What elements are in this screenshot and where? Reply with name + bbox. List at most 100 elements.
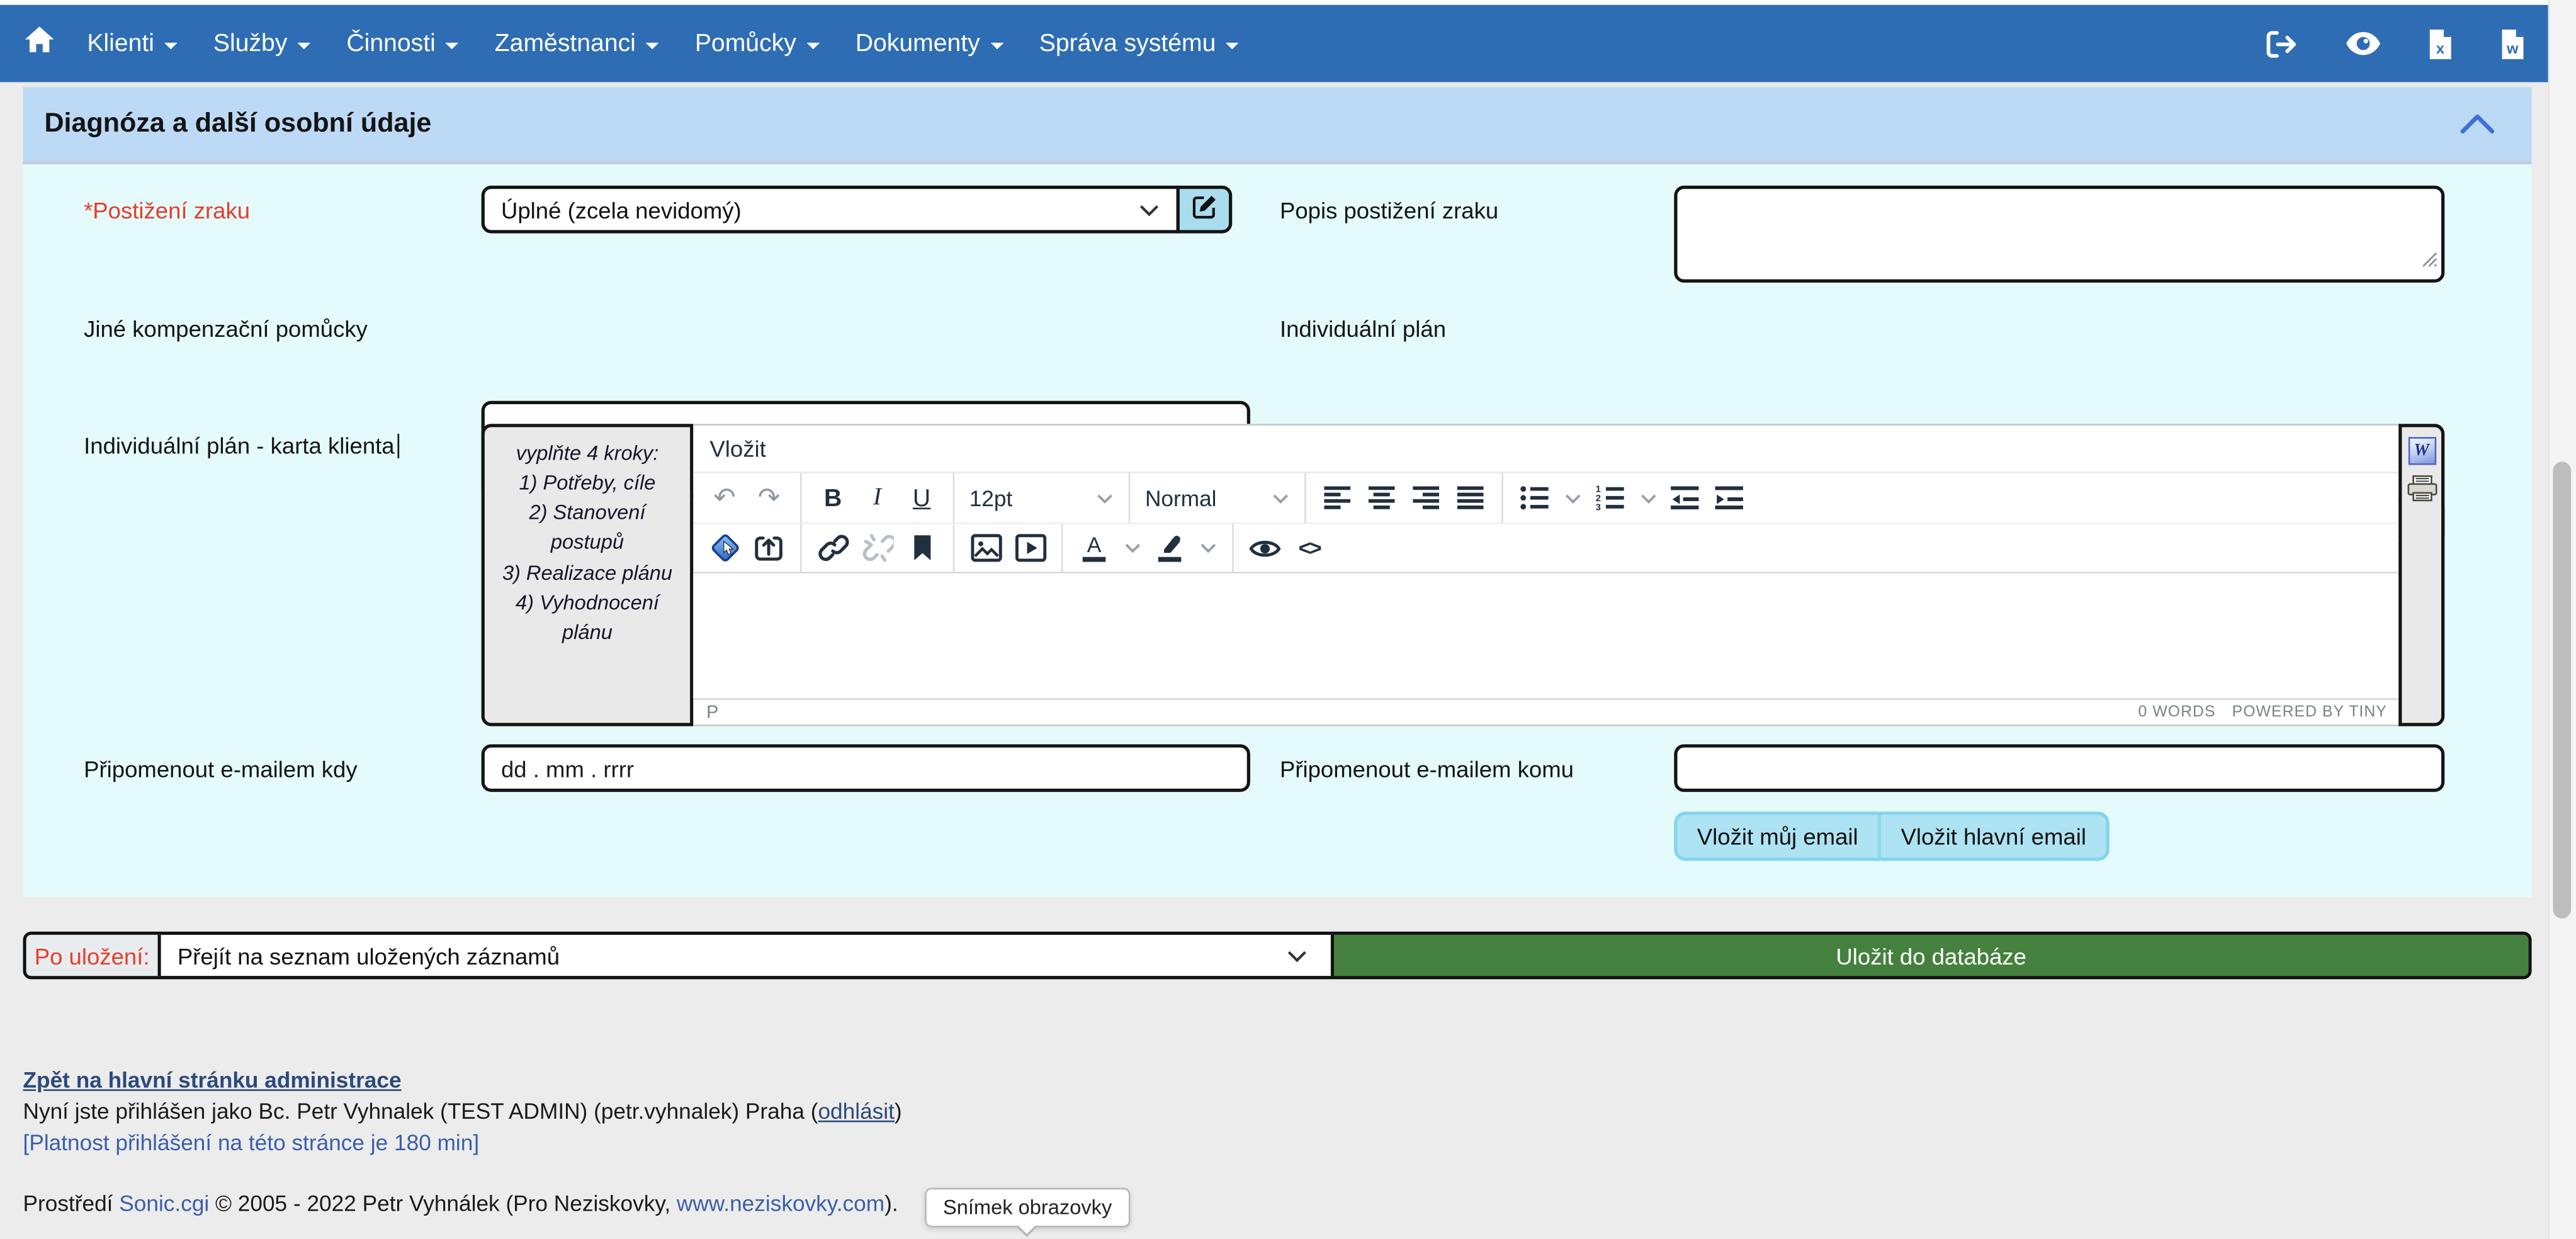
word-document-icon[interactable]: W [2408, 437, 2436, 465]
editor-content-area[interactable] [693, 574, 2398, 698]
preview-icon[interactable] [1248, 530, 1281, 566]
edit-options-button[interactable] [1177, 186, 1233, 234]
pencil-square-icon [1190, 191, 1218, 227]
chevron-down-icon[interactable] [1122, 530, 1141, 566]
save-to-database-button[interactable]: Uložit do databáze [1331, 935, 2528, 976]
chevron-down-icon [1096, 492, 1114, 504]
client-card-hint: vyplňte 4 kroky: 1) Potřeby, cíle 2) Sta… [482, 424, 694, 726]
align-right-icon[interactable] [1409, 480, 1442, 516]
scrollbar-thumb[interactable] [2553, 461, 2571, 918]
chevron-down-icon[interactable] [1197, 530, 1217, 566]
font-size-select[interactable]: 12pt [969, 485, 1114, 510]
nav-item-cinnosti[interactable]: Činnosti [329, 30, 477, 57]
logout-link[interactable]: odhlásit [818, 1099, 894, 1124]
after-save-label: Po uložení: [26, 935, 161, 976]
chevron-down-icon [806, 42, 819, 48]
nav-item-pomucky[interactable]: Pomůcky [677, 30, 837, 57]
nav-item-zamestnanci[interactable]: Zaměstnanci [477, 30, 677, 57]
client-card-label: Individuální plán - karta klienta [84, 432, 399, 458]
underline-icon[interactable]: U [905, 480, 938, 516]
bullet-list-icon[interactable] [1518, 480, 1551, 516]
individual-plan-label: Individuální plán [1280, 315, 1446, 342]
insert-tool-icon[interactable] [708, 530, 741, 566]
outdent-icon[interactable] [1669, 480, 1702, 516]
chevron-down-icon[interactable] [1562, 480, 1582, 516]
eye-icon[interactable] [2344, 30, 2382, 57]
svg-text:x: x [2436, 40, 2444, 56]
align-center-icon[interactable] [1365, 480, 1398, 516]
remind-to-label: Připomenout e-mailem komu [1280, 755, 1574, 782]
export-icon[interactable] [752, 530, 785, 566]
link-icon[interactable] [816, 530, 849, 566]
nav-menu: Klienti Služby Činnosti Zaměstnanci Pomů… [69, 30, 1257, 57]
word-file-icon[interactable]: w [2499, 27, 2526, 60]
text-color-icon[interactable]: A [1078, 530, 1110, 566]
menu-insert[interactable]: Vložit [709, 436, 765, 462]
chevron-down-icon [990, 42, 1003, 48]
insert-my-email-button[interactable]: Vložit můj email [1677, 815, 1881, 857]
format-select[interactable]: Normal [1145, 485, 1290, 510]
numbered-list-icon[interactable]: 123 [1593, 480, 1626, 516]
section-header[interactable]: Diagnóza a další osobní údaje [23, 87, 2532, 164]
neziskovky-link[interactable]: www.neziskovky.com [677, 1191, 884, 1216]
email-buttons-group: Vložit můj email Vložit hlavní email [1674, 812, 2109, 861]
editor-menubar: Vložit [693, 426, 2398, 473]
highlight-color-icon[interactable] [1153, 530, 1186, 566]
home-icon [23, 25, 56, 62]
vision-description-label: Popis postižení zraku [1280, 197, 1498, 223]
text-cursor [398, 434, 400, 458]
nav-item-klienti[interactable]: Klienti [69, 30, 196, 57]
print-icon[interactable] [2406, 475, 2438, 511]
chevron-down-icon [646, 42, 659, 48]
sonic-link[interactable]: Sonic.cgi [119, 1191, 209, 1216]
resize-handle[interactable] [2422, 246, 2438, 276]
italic-icon[interactable]: I [861, 480, 893, 516]
element-path[interactable]: P [706, 703, 718, 722]
chevron-down-icon [1139, 203, 1160, 216]
page: Klienti Služby Činnosti Zaměstnanci Pomů… [0, 0, 2576, 1239]
chevron-down-icon[interactable] [1638, 480, 1658, 516]
home-button[interactable] [23, 25, 56, 62]
chevron-down-icon [1226, 42, 1239, 48]
chevron-down-icon [1286, 949, 1308, 962]
remind-when-label: Připomenout e-mailem kdy [84, 755, 358, 782]
selected-value: Úplné (zcela nevidomý) [501, 196, 742, 223]
nav-item-sprava-systemu[interactable]: Správa systému [1021, 30, 1257, 57]
source-code-icon[interactable]: <> [1293, 530, 1326, 566]
sign-out-icon[interactable] [2262, 27, 2300, 60]
chevron-down-icon [1272, 492, 1290, 504]
date-placeholder: dd . mm . rrrr [501, 755, 634, 781]
nav-item-label: Klienti [87, 30, 154, 57]
nav-item-label: Pomůcky [695, 30, 796, 57]
word-count: 0 WORDS [2138, 703, 2216, 721]
image-icon[interactable] [969, 530, 1002, 566]
after-save-select[interactable]: Přejít na seznam uložených záznamů [161, 935, 1331, 976]
media-icon[interactable] [1014, 530, 1046, 566]
chevron-up-icon[interactable] [2460, 113, 2495, 135]
session-validity-note: [Platnost přihlášení na této stránce je … [23, 1130, 480, 1155]
back-to-admin-link[interactable]: Zpět na hlavní stránku administrace [23, 1068, 402, 1092]
nav-item-dokumenty[interactable]: Dokumenty [837, 30, 1021, 57]
align-left-icon[interactable] [1321, 480, 1353, 516]
indent-icon[interactable] [1714, 480, 1746, 516]
remind-when-date-input[interactable]: dd . mm . rrrr [482, 744, 1250, 792]
redo-icon[interactable]: ↷ [752, 480, 785, 516]
remind-to-input[interactable] [1674, 744, 2444, 792]
vision-description-textarea[interactable] [1674, 186, 2444, 283]
align-justify-icon[interactable] [1454, 480, 1487, 516]
vision-impairment-select[interactable]: Úplné (zcela nevidomý) [482, 186, 1180, 234]
nav-item-sluzby[interactable]: Služby [195, 30, 328, 57]
vision-impairment-label: *Postižení zraku [84, 197, 250, 223]
nav-item-label: Správa systému [1039, 30, 1216, 57]
insert-main-email-button[interactable]: Vložit hlavní email [1881, 815, 2106, 857]
bold-icon[interactable]: B [816, 480, 849, 516]
bookmark-icon[interactable] [905, 530, 938, 566]
excel-file-icon[interactable]: x [2427, 27, 2455, 60]
svg-text:w: w [2506, 40, 2519, 56]
section-title: Diagnóza a další osobní údaje [44, 108, 431, 140]
unlink-icon[interactable] [861, 530, 893, 566]
branding[interactable]: POWERED BY TINY [2232, 703, 2387, 721]
undo-icon[interactable]: ↶ [708, 480, 741, 516]
nav-item-label: Činnosti [346, 30, 435, 57]
other-aids-label: Jiné kompenzační pomůcky [84, 315, 368, 342]
